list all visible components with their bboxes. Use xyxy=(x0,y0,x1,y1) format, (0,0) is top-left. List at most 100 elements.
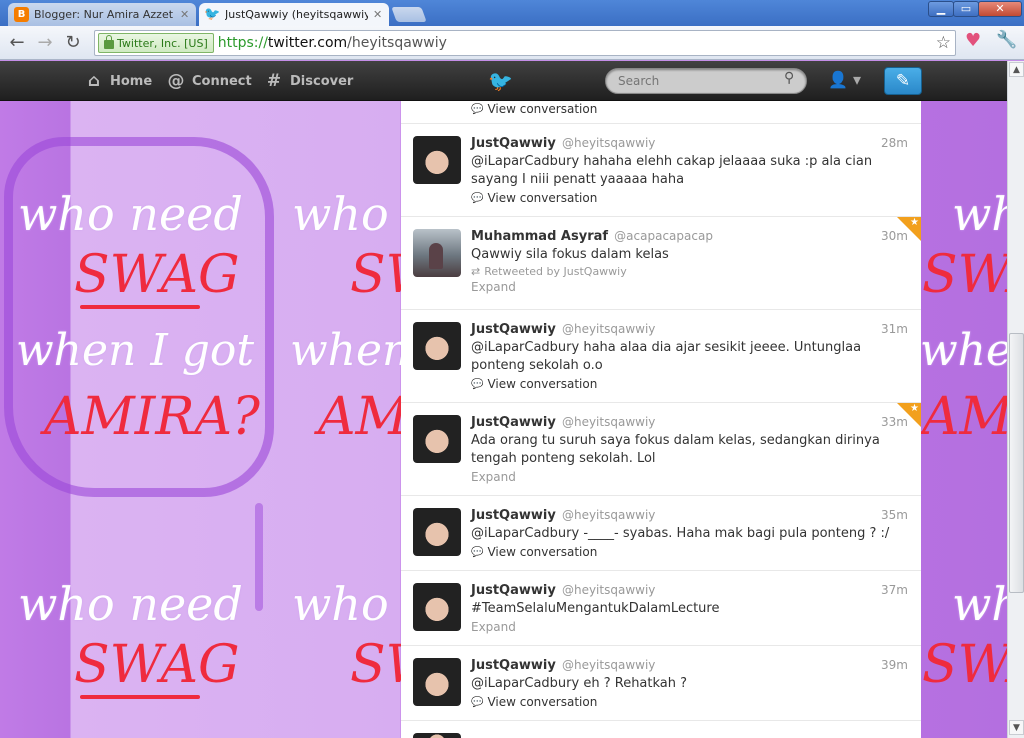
nav-discover[interactable]: # Discover xyxy=(264,61,353,101)
avatar[interactable] xyxy=(413,658,461,706)
background-text: SWAG xyxy=(922,635,1007,695)
tweet-fullname[interactable]: JustQawwiy xyxy=(471,136,556,151)
user-menu-icon[interactable]: 👤 ▾ xyxy=(828,70,861,89)
bookmark-star-icon[interactable]: ☆ xyxy=(936,33,951,53)
minimize-button[interactable]: ▁ xyxy=(928,1,954,17)
url-host: twitter.com xyxy=(267,35,348,51)
reload-icon[interactable]: ↻ xyxy=(62,32,84,54)
new-tab-button[interactable] xyxy=(391,7,427,22)
avatar[interactable] xyxy=(413,229,461,277)
tweet-timestamp[interactable]: 33m xyxy=(881,415,908,429)
scrollbar-thumb[interactable] xyxy=(1009,333,1024,593)
expand-link[interactable]: Expand xyxy=(471,470,911,484)
nav-discover-label: Discover xyxy=(290,73,354,89)
tweet-timestamp[interactable]: 31m xyxy=(881,322,908,336)
action-label: View conversation xyxy=(487,545,598,559)
tweet-username[interactable]: @heyitsqawwiy xyxy=(562,322,655,336)
close-window-button[interactable]: ✕ xyxy=(978,1,1022,17)
background-text: AMIRA? xyxy=(44,387,260,447)
tweet-text: Qawwiy sila fokus dalam kelas xyxy=(471,247,669,262)
background-text: when I got xyxy=(16,325,255,376)
avatar[interactable] xyxy=(413,136,461,184)
view-conversation-link[interactable]: 💬 View conversation xyxy=(471,191,911,205)
view-conversation-link[interactable]: 💬 View conversation xyxy=(471,377,911,391)
search-input[interactable] xyxy=(605,68,807,94)
tweet-username[interactable]: @acapacapacap xyxy=(614,229,713,243)
tweet-item[interactable]: JustQawwiy @heyitsqawwiy 39m @iLaparCadb… xyxy=(401,646,921,721)
twitter-bird-logo-icon[interactable]: 🐦 xyxy=(488,69,513,93)
tweet-item[interactable]: JustQawwiy @heyitsqawwiy 28m @iLaparCadb… xyxy=(401,124,921,217)
tweet-timestamp[interactable]: 39m xyxy=(881,658,908,672)
forward-arrow-icon[interactable]: → xyxy=(34,32,56,54)
url-text[interactable]: https://twitter.com/heyitsqawwiy xyxy=(218,35,447,51)
view-conversation-link[interactable]: 💬 View conversation xyxy=(471,695,911,709)
nav-connect[interactable]: @ Connect xyxy=(166,61,252,101)
search-icon[interactable]: ⚲ xyxy=(784,70,794,86)
action-label: View conversation xyxy=(487,695,598,709)
tweet-item[interactable]: ★ JustQawwiy @heyitsqawwiy 33m Ada orang… xyxy=(401,403,921,496)
page-scrollbar[interactable]: ▲ ▼ xyxy=(1007,61,1024,738)
scroll-up-arrow-icon[interactable]: ▲ xyxy=(1009,62,1024,77)
tweet-item[interactable]: JustQawwiy @heyitsqawwiy 31m @iLaparCadb… xyxy=(401,310,921,403)
ev-certificate-badge[interactable]: Twitter, Inc. [US] xyxy=(98,33,214,53)
tweet-username[interactable]: @heyitsqawwiy xyxy=(562,415,655,429)
close-icon[interactable]: ✕ xyxy=(373,8,383,21)
nav-connect-label: Connect xyxy=(192,73,252,89)
tweet-timestamp[interactable]: 35m xyxy=(881,508,908,522)
tweet-fullname[interactable]: JustQawwiy xyxy=(471,658,556,673)
speech-bubble-icon: 💬 xyxy=(471,696,484,708)
tweet-item[interactable]: JustQawwiy @heyitsqawwiy 37m #TeamSelalu… xyxy=(401,571,921,646)
background-text: SWAG xyxy=(74,245,240,305)
avatar[interactable] xyxy=(413,583,461,631)
url-scheme: https:// xyxy=(217,35,268,51)
tweet-timestamp[interactable]: 28m xyxy=(881,136,908,150)
tweet-text: Ada orang tu suruh saya fokus dalam kela… xyxy=(471,433,880,466)
scroll-down-arrow-icon[interactable]: ▼ xyxy=(1009,720,1024,735)
tab-blogger[interactable]: B Blogger: Nur Amira Azzet Offi ✕ xyxy=(8,3,196,26)
background-arrow-doodle xyxy=(240,491,276,611)
tweet-username[interactable]: @heyitsqawwiy xyxy=(562,658,655,672)
avatar[interactable] xyxy=(413,415,461,463)
tweet-timestamp[interactable]: 30m xyxy=(881,229,908,243)
tweet-username[interactable]: @heyitsqawwiy xyxy=(562,508,655,522)
avatar[interactable] xyxy=(413,508,461,556)
view-conversation-link[interactable]: 💬 View conversation xyxy=(471,545,911,559)
tweet-item[interactable]: JustQawwiy @heyitsqawwiy 35m @iLaparCadb… xyxy=(401,496,921,571)
tweet-fullname[interactable]: Muhammad Asyraf xyxy=(471,229,608,244)
tweet-item[interactable] xyxy=(401,721,921,738)
view-conversation-link[interactable]: 💬 View conversation xyxy=(471,102,911,116)
tweet-fullname[interactable]: JustQawwiy xyxy=(471,322,556,337)
tweet-timestamp[interactable]: 37m xyxy=(881,583,908,597)
home-icon: ⌂ xyxy=(87,71,101,91)
tweet-text: @iLaparCadbury -____- syabas. Haha mak b… xyxy=(471,526,890,541)
tweet-item[interactable]: ★ Muhammad Asyraf @acapacapacap 30m Qaww… xyxy=(401,217,921,310)
tab-twitter[interactable]: 🐦 JustQawwiy (heyitsqawwiy) c ✕ xyxy=(199,3,389,26)
tweet-username[interactable]: @heyitsqawwiy xyxy=(562,136,655,150)
tweet-username[interactable]: @heyitsqawwiy xyxy=(562,583,655,597)
wrench-menu-icon[interactable]: 🔧 xyxy=(996,30,1017,50)
tweet-fullname[interactable]: JustQawwiy xyxy=(471,583,556,598)
close-icon[interactable]: ✕ xyxy=(180,8,190,21)
tweet-text: #TeamSelaluMengantukDalamLecture xyxy=(471,601,720,616)
expand-link[interactable]: Expand xyxy=(471,620,911,634)
star-icon: ★ xyxy=(910,217,919,228)
background-text: SWAG xyxy=(74,635,240,695)
heart-extension-icon[interactable]: ♥ xyxy=(965,30,981,51)
background-text: who need xyxy=(952,187,1007,241)
action-label: View conversation xyxy=(487,191,598,205)
back-arrow-icon[interactable]: ← xyxy=(6,32,28,54)
tweet-item[interactable]: 💬 View conversation xyxy=(401,101,921,124)
avatar[interactable] xyxy=(413,733,461,738)
avatar[interactable] xyxy=(413,322,461,370)
tweet-fullname[interactable]: JustQawwiy xyxy=(471,508,556,523)
background-underline xyxy=(80,305,200,309)
nav-home[interactable]: ⌂ Home xyxy=(84,61,152,101)
address-bar[interactable]: Twitter, Inc. [US] https://twitter.com/h… xyxy=(94,30,956,56)
tweet-fullname[interactable]: JustQawwiy xyxy=(471,415,556,430)
compose-tweet-button[interactable]: ✎ xyxy=(884,67,922,95)
lock-icon xyxy=(104,35,114,49)
ev-badge-label: Twitter, Inc. [US] xyxy=(117,36,208,50)
expand-link[interactable]: Expand xyxy=(471,280,911,294)
blogger-icon: B xyxy=(14,7,29,22)
maximize-button[interactable]: ▭ xyxy=(953,1,979,17)
